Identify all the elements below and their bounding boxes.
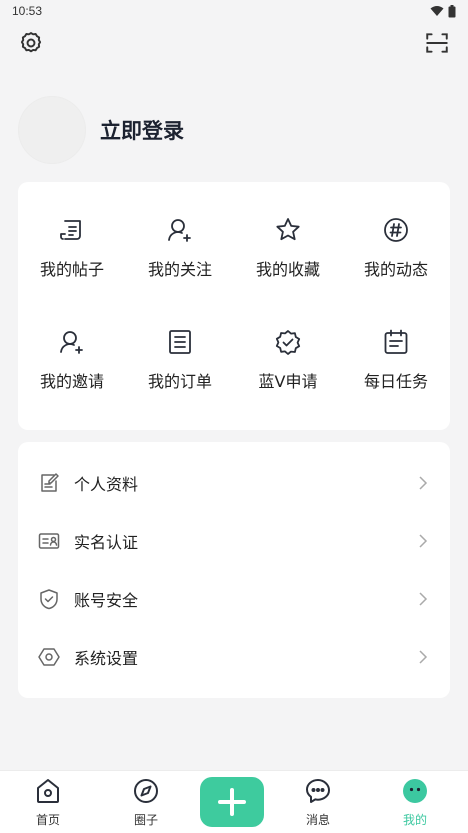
hashtag-icon xyxy=(384,218,408,242)
shield-icon xyxy=(40,589,58,610)
tab-messages[interactable]: 消息 xyxy=(283,777,353,828)
list-item-system-settings[interactable]: 系统设置 xyxy=(18,628,450,686)
feature-grid-card: 我的帖子 我的关注 我的收藏 我的动态 我的邀请 我的订单 蓝V申请 每日任务 xyxy=(18,182,450,430)
gear-icon xyxy=(20,32,42,53)
edit-profile-icon xyxy=(41,473,59,492)
order-icon xyxy=(169,330,191,354)
grid-item-my-favorites[interactable]: 我的收藏 xyxy=(234,192,342,304)
verified-badge-icon xyxy=(275,330,301,355)
grid-item-my-activity[interactable]: 我的动态 xyxy=(342,192,450,304)
tab-label: 我的 xyxy=(402,813,427,827)
profile-face-icon xyxy=(403,779,427,803)
grid-label: 我的收藏 xyxy=(255,260,320,279)
grid-label: 我的订单 xyxy=(147,372,212,391)
grid-label: 每日任务 xyxy=(363,372,428,391)
status-icons xyxy=(430,4,456,18)
grid-label: 我的帖子 xyxy=(39,260,104,279)
calendar-icon xyxy=(384,329,408,354)
chat-bubble-icon xyxy=(306,779,330,803)
tab-mine[interactable]: 我的 xyxy=(380,777,450,828)
chevron-right-icon xyxy=(419,476,428,490)
tab-home[interactable]: 首页 xyxy=(13,777,83,828)
login-link[interactable]: 立即登录 xyxy=(100,115,184,145)
top-toolbar xyxy=(0,28,468,58)
chevron-right-icon xyxy=(419,592,428,606)
status-time: 10:53 xyxy=(12,4,43,18)
settings-list-card: 个人资料 实名认证 账号安全 系统设置 xyxy=(18,442,450,698)
id-card-icon xyxy=(38,533,60,549)
status-bar: 10:53 xyxy=(0,0,468,22)
grid-item-daily-tasks[interactable]: 每日任务 xyxy=(342,304,450,416)
grid-item-my-invites[interactable]: 我的邀请 xyxy=(18,304,126,416)
list-item-real-name[interactable]: 实名认证 xyxy=(18,512,450,570)
settings-button[interactable] xyxy=(18,30,44,56)
list-item-label: 个人资料 xyxy=(74,475,139,494)
scan-icon xyxy=(426,33,448,53)
tab-label: 首页 xyxy=(35,813,60,827)
tab-label: 圈子 xyxy=(133,813,158,827)
post-icon xyxy=(60,220,81,240)
grid-label: 我的邀请 xyxy=(39,372,104,391)
plus-icon xyxy=(218,788,246,816)
list-item-label: 账号安全 xyxy=(74,591,139,610)
bottom-tab-bar: 首页 圈子 消息 我的 xyxy=(0,770,468,833)
battery-icon xyxy=(448,4,456,17)
grid-item-my-follows[interactable]: 我的关注 xyxy=(126,192,234,304)
compass-icon xyxy=(134,779,158,803)
tab-circle[interactable]: 圈子 xyxy=(111,777,181,828)
add-post-button[interactable] xyxy=(200,777,264,827)
avatar[interactable] xyxy=(18,96,86,164)
settings-hex-icon xyxy=(38,648,60,666)
invite-user-icon xyxy=(60,331,83,354)
grid-label: 我的动态 xyxy=(363,260,428,279)
chevron-right-icon xyxy=(419,534,428,548)
profile-header[interactable]: 立即登录 xyxy=(18,96,184,164)
list-item-label: 实名认证 xyxy=(74,533,139,552)
follow-user-icon xyxy=(168,219,191,242)
grid-item-my-orders[interactable]: 我的订单 xyxy=(126,304,234,416)
home-icon xyxy=(37,779,59,803)
tab-label: 消息 xyxy=(305,813,330,827)
scan-button[interactable] xyxy=(424,30,450,56)
star-icon xyxy=(276,218,300,241)
grid-label: 我的关注 xyxy=(147,260,212,279)
wifi-icon xyxy=(430,6,444,16)
list-item-profile[interactable]: 个人资料 xyxy=(18,454,450,512)
list-item-account-security[interactable]: 账号安全 xyxy=(18,570,450,628)
list-item-label: 系统设置 xyxy=(74,649,139,668)
grid-item-my-posts[interactable]: 我的帖子 xyxy=(18,192,126,304)
grid-item-blue-v-apply[interactable]: 蓝V申请 xyxy=(234,304,342,416)
grid-label: 蓝V申请 xyxy=(258,372,318,391)
chevron-right-icon xyxy=(419,650,428,664)
